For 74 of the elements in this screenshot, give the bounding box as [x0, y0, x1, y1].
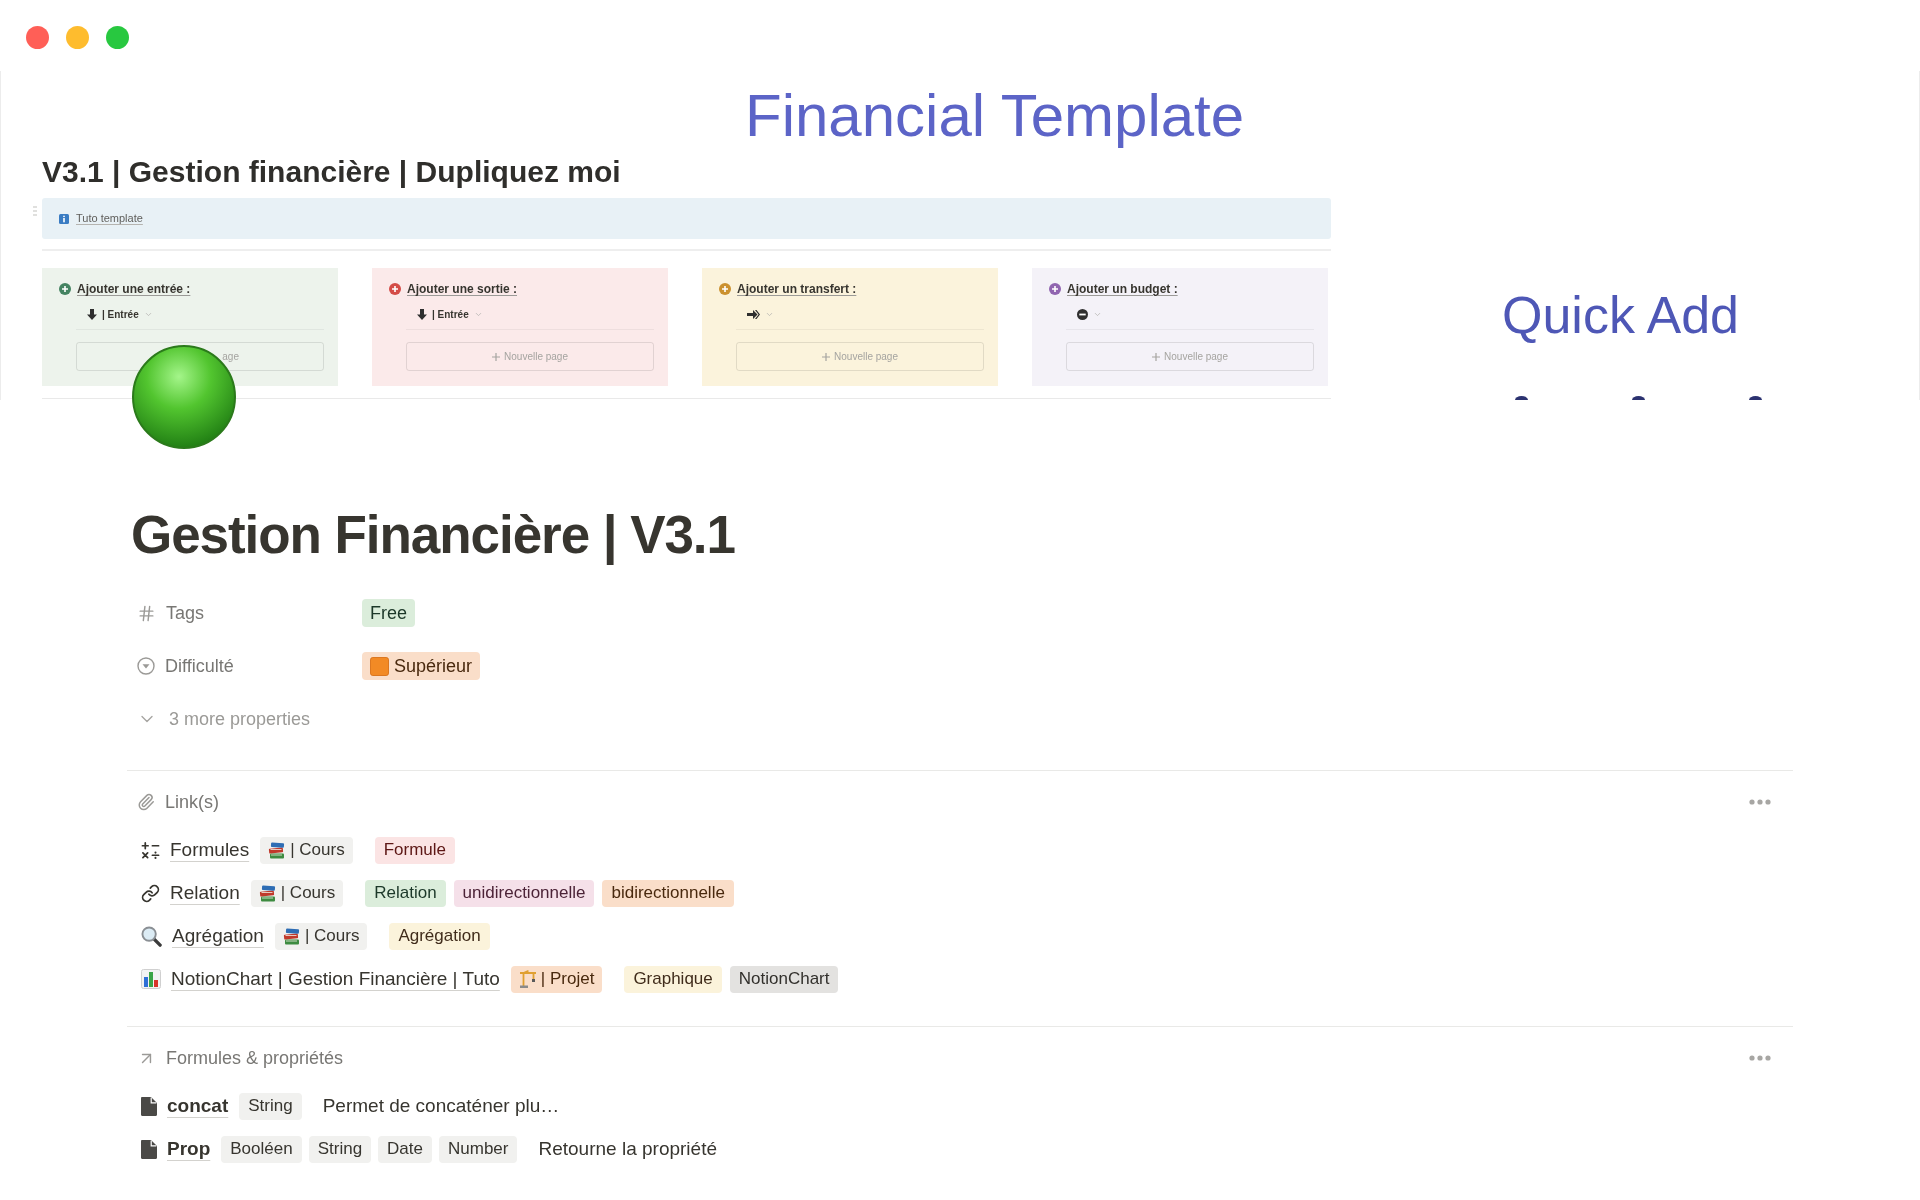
tag: Booléen: [221, 1135, 302, 1163]
books-icon: [268, 841, 287, 859]
relation-chip[interactable]: | Cours: [274, 922, 368, 950]
cover-heading: Financial Template: [745, 82, 1245, 149]
select-property-icon: [137, 657, 155, 675]
plus-icon: [492, 352, 501, 361]
property-label: Tags: [166, 601, 205, 625]
relation-chip[interactable]: | Cours: [250, 879, 344, 907]
card-title-link[interactable]: Ajouter un budget :: [1067, 281, 1178, 297]
books-icon: [258, 884, 277, 902]
tag: bidirectionnelle: [602, 879, 734, 907]
card-title-link[interactable]: Ajouter un transfert :: [737, 281, 857, 297]
close-button[interactable]: [26, 26, 49, 49]
document-icon: [141, 1096, 157, 1116]
page-link[interactable]: Relation: [170, 878, 240, 908]
plus-circle-icon: [1049, 283, 1061, 295]
plus-circle-icon: [59, 283, 71, 295]
plus-icon: [822, 352, 831, 361]
bar-chart-icon: [141, 969, 161, 989]
plus-circle-icon: [719, 283, 731, 295]
tag: unidirectionnelle: [453, 879, 595, 907]
select-dropdown[interactable]: | Entrée: [87, 306, 153, 322]
minus-circle-icon: [1077, 308, 1088, 320]
paperclip-icon: [137, 793, 155, 811]
callout-link[interactable]: Tuto template: [76, 210, 143, 227]
description-text: Retourne la propriété: [538, 1136, 717, 1161]
select-dropdown[interactable]: [1077, 306, 1102, 322]
crane-icon: [518, 970, 537, 988]
link-icon: [141, 883, 160, 903]
page-link[interactable]: Agrégation: [172, 921, 264, 951]
arrow-down-icon: [417, 308, 427, 320]
arrow-down-icon: [87, 308, 97, 320]
tag: String: [308, 1135, 372, 1163]
plus-icon: [1152, 352, 1161, 361]
tag: Relation: [365, 879, 446, 907]
ellipsis-icon: [1749, 1055, 1771, 1061]
page-link[interactable]: Formules: [170, 835, 250, 865]
search-icon: [141, 925, 162, 947]
tag: Graphique: [624, 965, 722, 993]
tag: String: [239, 1092, 302, 1120]
cover-page-title: V3.1 | Gestion financière | Dupliquez moi: [42, 155, 621, 188]
zoom-button[interactable]: [106, 26, 129, 49]
ellipsis-icon: [1749, 799, 1771, 805]
drag-handle-icon: [33, 206, 37, 216]
info-icon: [59, 213, 69, 224]
quick-add-heading: Quick Add: [1502, 286, 1740, 344]
card-title-link[interactable]: Ajouter une sortie :: [407, 281, 517, 297]
property-label: Difficulté: [165, 654, 234, 678]
relation-chip[interactable]: | Projet: [510, 965, 603, 993]
section-heading: Link(s): [165, 790, 219, 814]
tag: Formule: [374, 836, 456, 864]
tag: Number: [439, 1135, 518, 1163]
description-text: Permet de concaténer plu…: [322, 1093, 560, 1118]
document-icon: [141, 1139, 157, 1159]
card-title-link[interactable]: Ajouter une entrée :: [77, 281, 191, 297]
tag: Agrégation: [389, 922, 490, 950]
page-link[interactable]: concat: [167, 1091, 229, 1121]
page-title: Gestion Financière | V3.1: [130, 505, 736, 565]
plus-circle-icon: [389, 283, 401, 295]
page-link[interactable]: Prop: [167, 1134, 211, 1164]
section-heading: Formules & propriétés: [166, 1046, 344, 1070]
tag: Free: [362, 599, 415, 627]
minimize-button[interactable]: [66, 26, 89, 49]
relation-chip[interactable]: | Cours: [260, 836, 353, 864]
tag: Supérieur: [362, 652, 481, 680]
books-icon: [282, 927, 301, 945]
select-dropdown[interactable]: | Entrée: [417, 306, 483, 322]
square-icon: [370, 656, 389, 676]
page-link[interactable]: NotionChart | Gestion Financière | Tuto: [171, 964, 500, 994]
math-operators-icon: [141, 840, 160, 860]
tag: Date: [378, 1135, 432, 1163]
arrow-right-icon: [747, 309, 760, 319]
tag: NotionChart: [729, 965, 839, 993]
hash-icon: [137, 603, 156, 623]
